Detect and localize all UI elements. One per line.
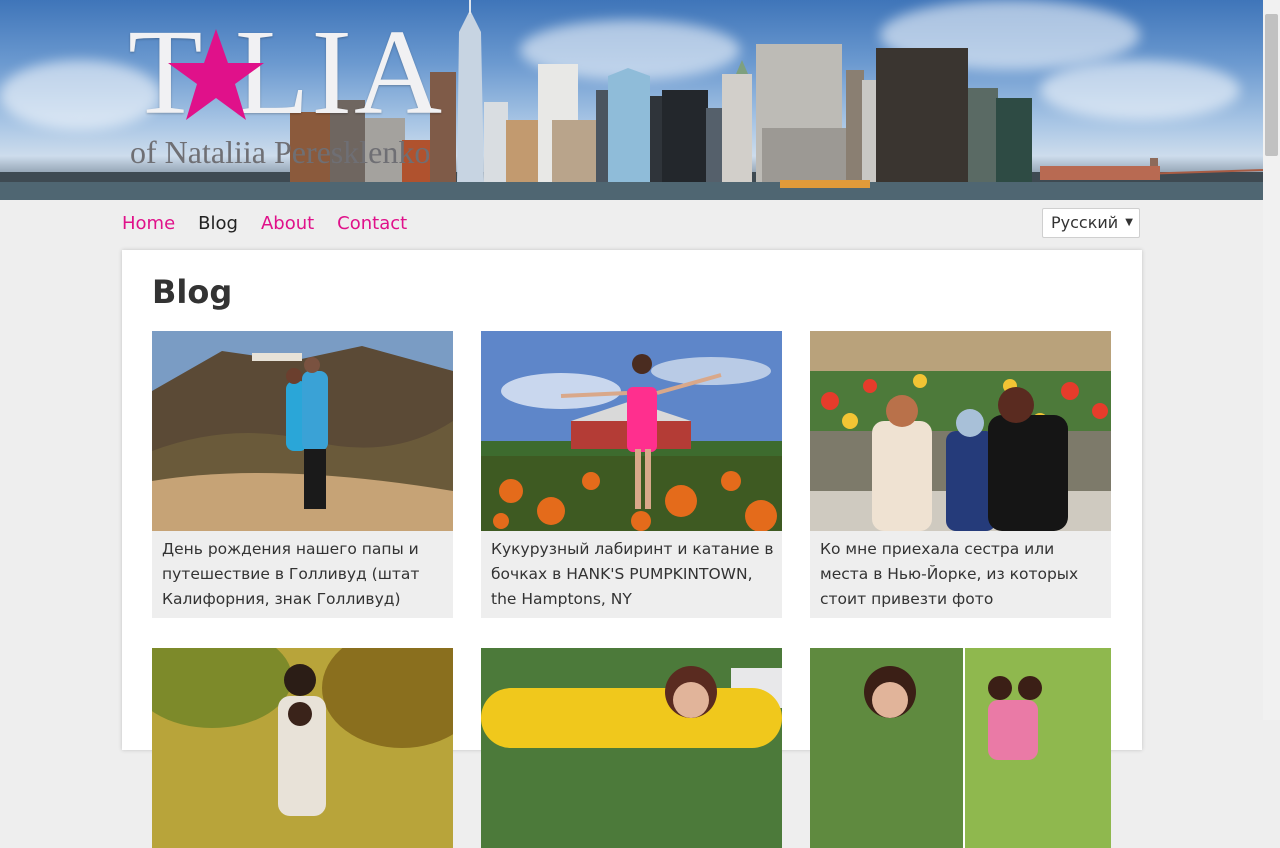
- blog-post-card[interactable]: День рождения нашего папы и путешествие …: [152, 331, 453, 618]
- logo-star-icon: [168, 29, 264, 120]
- chevron-down-icon: ▼: [1125, 217, 1133, 228]
- page-scrollbar[interactable]: [1263, 0, 1280, 720]
- scrollbar-thumb[interactable]: [1265, 14, 1278, 156]
- blog-post-card[interactable]: [810, 648, 1111, 848]
- post-thumbnail-image[interactable]: [152, 648, 453, 848]
- blog-content-card: Blog День рождения нашего папы и путешес…: [122, 250, 1142, 848]
- post-thumbnail-image[interactable]: [810, 648, 1111, 848]
- nav-contact-link[interactable]: Contact: [337, 210, 407, 238]
- language-select[interactable]: Русский ▼: [1042, 208, 1140, 238]
- language-select-value: Русский: [1051, 213, 1119, 232]
- main-nav: Home Blog About Contact: [122, 210, 430, 238]
- page-title: Blog: [152, 273, 233, 311]
- header-banner: T LIA of Nataliia Peresklenko: [0, 0, 1263, 200]
- nav-home-link[interactable]: Home: [122, 210, 175, 238]
- blog-post-card[interactable]: Кукурузный лабиринт и катание в бочках в…: [481, 331, 782, 618]
- nav-about-link[interactable]: About: [261, 210, 314, 238]
- post-thumbnail-image[interactable]: [810, 331, 1111, 531]
- post-thumbnail-image[interactable]: [152, 331, 453, 531]
- post-thumbnail-image[interactable]: [481, 648, 782, 848]
- post-title[interactable]: Кукурузный лабиринт и катание в бочках в…: [481, 531, 782, 618]
- post-thumbnail-image[interactable]: [481, 331, 782, 531]
- logo-subtitle: of Nataliia Peresklenko: [130, 134, 431, 170]
- post-title[interactable]: День рождения нашего папы и путешествие …: [152, 531, 453, 618]
- nav-blog-link[interactable]: Blog: [198, 210, 238, 238]
- blog-post-card[interactable]: [481, 648, 782, 848]
- blog-post-card[interactable]: Ко мне приехала сестра или места в Нью-Й…: [810, 331, 1111, 618]
- blog-post-card[interactable]: [152, 648, 453, 848]
- post-title[interactable]: Ко мне приехала сестра или места в Нью-Й…: [810, 531, 1111, 618]
